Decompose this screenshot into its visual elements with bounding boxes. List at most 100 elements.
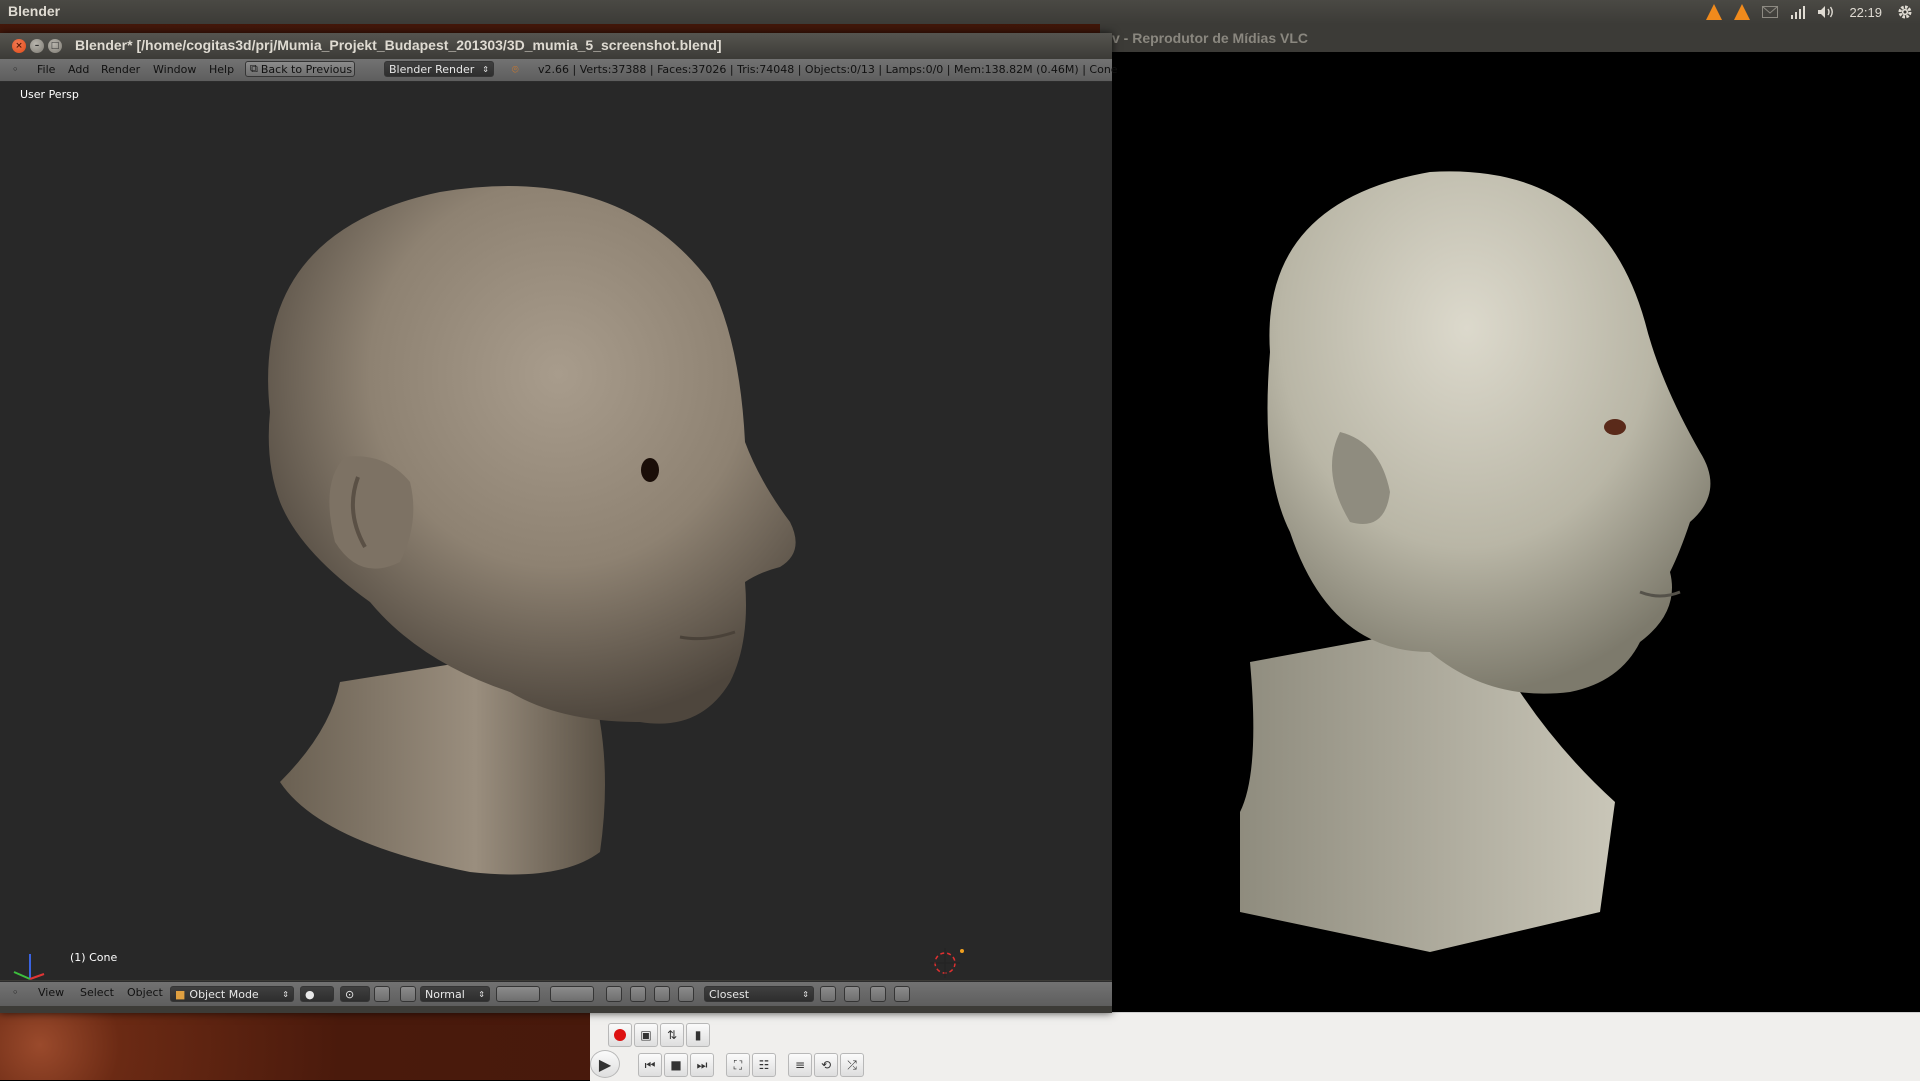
clay-bust-image bbox=[1240, 171, 1711, 952]
play-button[interactable]: ▶ bbox=[590, 1050, 620, 1078]
next-button[interactable]: ⏭ bbox=[690, 1053, 714, 1077]
system-tray: 22:19 bbox=[1705, 0, 1920, 24]
back-icon: ⧉ bbox=[250, 62, 258, 75]
minimize-icon: – bbox=[34, 41, 40, 51]
stop-button[interactable]: ■ bbox=[664, 1053, 688, 1077]
snap-toggle-icon[interactable] bbox=[654, 986, 670, 1002]
playlist-button[interactable]: ≡ bbox=[788, 1053, 812, 1077]
chevron-updown-icon: ⇕ bbox=[802, 989, 809, 999]
blender-titlebar[interactable]: × – □ Blender* [/home/cogitas3d/prj/Mumi… bbox=[0, 33, 1112, 59]
shuffle-icon: ⤮ bbox=[847, 1057, 857, 1072]
editor-type-icon[interactable]: ◦ bbox=[12, 63, 19, 76]
close-button[interactable]: × bbox=[12, 39, 26, 53]
menu-render[interactable]: Render bbox=[101, 63, 140, 76]
loop-ab-icon: ⇅ bbox=[666, 1028, 678, 1042]
stop-icon: ■ bbox=[670, 1058, 682, 1072]
render-animation-icon[interactable] bbox=[894, 986, 910, 1002]
settings-gear-icon[interactable] bbox=[1896, 3, 1914, 21]
orientation-dropdown[interactable]: Normal ⇕ bbox=[420, 986, 490, 1002]
loop-button[interactable]: ⟲ bbox=[814, 1053, 838, 1077]
active-app-name: Blender bbox=[8, 3, 61, 19]
active-object-label: (1) Cone bbox=[70, 951, 118, 964]
snap-target-label: Closest bbox=[709, 987, 750, 1001]
sphere-icon: ● bbox=[305, 987, 315, 1001]
render-layer-icon[interactable] bbox=[606, 986, 622, 1002]
scene-stats: v2.66 | Verts:37388 | Faces:37026 | Tris… bbox=[538, 63, 1118, 76]
proportional-edit-icon[interactable] bbox=[630, 986, 646, 1002]
vlc-cone-icon[interactable] bbox=[1705, 3, 1723, 21]
loop-icon: ⟲ bbox=[820, 1058, 832, 1072]
next-icon: ⏭ bbox=[696, 1057, 708, 1072]
3d-cursor bbox=[930, 948, 964, 978]
back-to-previous-button[interactable]: ⧉ Back to Previous bbox=[245, 61, 355, 77]
equalizer-icon: ☷ bbox=[758, 1058, 770, 1072]
play-icon: ▶ bbox=[598, 1054, 612, 1074]
chevron-updown-icon: ⇕ bbox=[282, 989, 289, 999]
clock[interactable]: 22:19 bbox=[1849, 5, 1882, 20]
snap-project-icon[interactable] bbox=[844, 986, 860, 1002]
vlc-video-area[interactable] bbox=[1100, 52, 1920, 1006]
snapshot-button[interactable]: ▣ bbox=[634, 1023, 658, 1047]
maximize-button[interactable]: □ bbox=[48, 39, 62, 53]
menu-view[interactable]: View bbox=[38, 986, 64, 999]
menu-window[interactable]: Window bbox=[153, 63, 196, 76]
blender-logo-icon: ⌾ bbox=[512, 63, 519, 76]
frame-icon: ▮ bbox=[694, 1028, 702, 1042]
manipulator-toggle[interactable] bbox=[374, 986, 390, 1002]
record-icon bbox=[614, 1029, 626, 1041]
layers-grid[interactable] bbox=[496, 986, 540, 1002]
pivot-icon: ⊙ bbox=[345, 987, 355, 1001]
camera-icon: ▣ bbox=[640, 1028, 652, 1042]
render-engine-dropdown[interactable]: Blender Render ⇕ bbox=[384, 61, 494, 77]
chevron-updown-icon: ⇕ bbox=[478, 989, 485, 999]
menu-add[interactable]: Add bbox=[68, 63, 89, 76]
mode-label: Object Mode bbox=[189, 987, 259, 1001]
vlc-cone-icon[interactable] bbox=[1733, 3, 1751, 21]
editor-type-icon[interactable]: ◦ bbox=[12, 986, 19, 999]
3d-viewport[interactable]: User Persp (1) Cone bbox=[0, 82, 1112, 980]
maximize-icon: □ bbox=[50, 41, 60, 51]
snap-target-dropdown[interactable]: Closest ⇕ bbox=[704, 986, 814, 1002]
close-icon: × bbox=[15, 41, 23, 51]
previous-button[interactable]: ⏮ bbox=[638, 1053, 662, 1077]
top-panel: Blender 22:19 bbox=[0, 0, 1920, 24]
record-button[interactable] bbox=[608, 1023, 632, 1047]
layers-grid-2[interactable] bbox=[550, 986, 594, 1002]
back-to-previous-label: Back to Previous bbox=[260, 62, 353, 76]
axis-gizmo-icon bbox=[13, 954, 45, 980]
render-opengl-icon[interactable] bbox=[870, 986, 886, 1002]
menu-file[interactable]: File bbox=[37, 63, 55, 76]
previous-icon: ⏮ bbox=[644, 1057, 656, 1072]
vlc-controls: ▣ ⇅ ▮ ▶ ⏮ ■ ⏭ ⛶ ☷ ≡ ⟲ ⤮ bbox=[590, 1012, 1920, 1081]
menu-help[interactable]: Help bbox=[209, 63, 234, 76]
mode-dropdown[interactable]: ■ Object Mode ⇕ bbox=[170, 986, 294, 1002]
snap-align-icon[interactable] bbox=[820, 986, 836, 1002]
menu-object[interactable]: Object bbox=[127, 986, 163, 999]
loop-ab-button[interactable]: ⇅ bbox=[660, 1023, 684, 1047]
render-engine-label: Blender Render bbox=[389, 62, 475, 76]
menu-select[interactable]: Select bbox=[80, 986, 114, 999]
vlc-titlebar[interactable]: v - Reprodutor de Mídias VLC bbox=[1100, 24, 1920, 52]
head-mesh[interactable] bbox=[0, 82, 1112, 980]
extended-settings-button[interactable]: ☷ bbox=[752, 1053, 776, 1077]
shuffle-button[interactable]: ⤮ bbox=[840, 1053, 864, 1077]
mail-icon[interactable] bbox=[1761, 3, 1779, 21]
orientation-label: Normal bbox=[425, 987, 465, 1001]
snap-element-icon[interactable] bbox=[678, 986, 694, 1002]
blender-info-header: ◦ File Add Render Window Help ⧉ Back to … bbox=[0, 59, 1118, 82]
vlc-title: v - Reprodutor de Mídias VLC bbox=[1112, 30, 1309, 46]
blender-3d-header: ◦ View Select Object ■ Object Mode ⇕ ● ⊙… bbox=[0, 981, 1112, 1006]
frame-step-button[interactable]: ▮ bbox=[686, 1023, 710, 1047]
transform-manipulator-icon[interactable] bbox=[400, 986, 416, 1002]
blender-window-title: Blender* [/home/cogitas3d/prj/Mumia_Proj… bbox=[75, 37, 722, 53]
fullscreen-icon: ⛶ bbox=[733, 1057, 743, 1072]
minimize-button[interactable]: – bbox=[30, 39, 44, 53]
network-signal-icon[interactable] bbox=[1789, 3, 1807, 21]
playlist-icon: ≡ bbox=[794, 1058, 806, 1072]
shading-dropdown[interactable]: ● bbox=[300, 986, 334, 1002]
volume-icon[interactable] bbox=[1817, 3, 1835, 21]
blender-window: × – □ Blender* [/home/cogitas3d/prj/Mumi… bbox=[0, 33, 1118, 1013]
pivot-dropdown[interactable]: ⊙ bbox=[340, 986, 370, 1002]
cube-icon: ■ bbox=[175, 987, 186, 1001]
fullscreen-button[interactable]: ⛶ bbox=[726, 1053, 750, 1077]
